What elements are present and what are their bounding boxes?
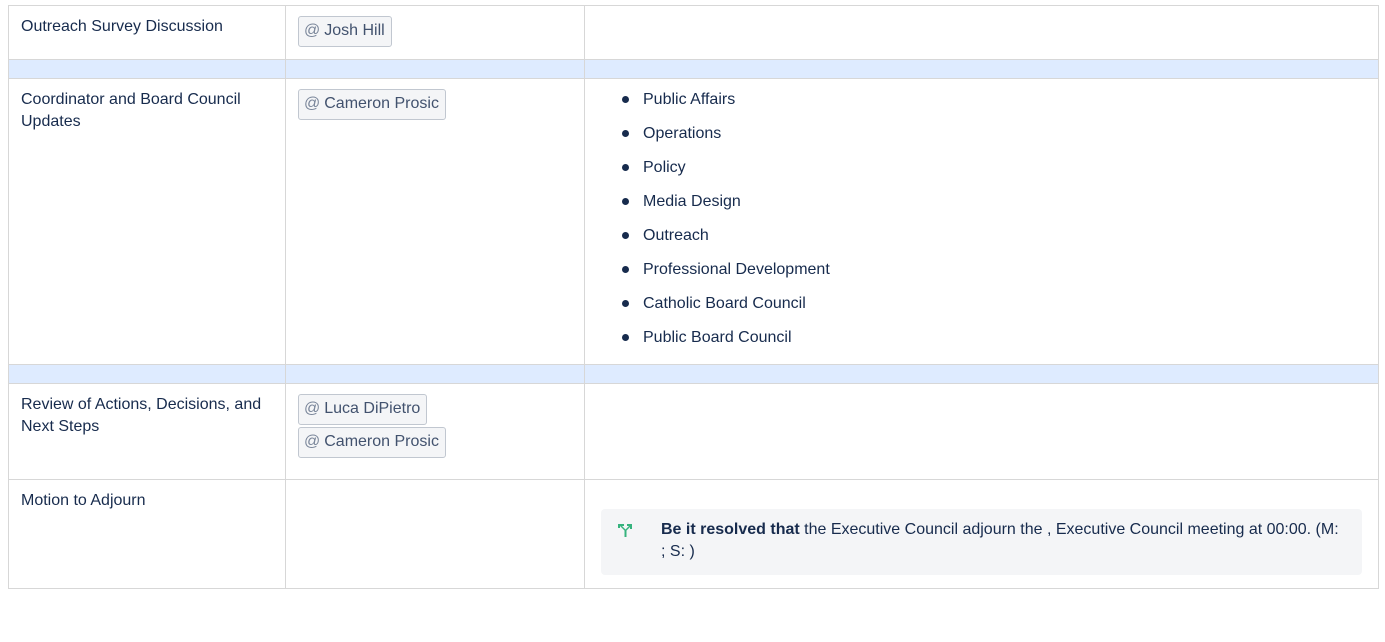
user-mention[interactable]: @ Cameron Prosic xyxy=(298,89,446,120)
table-row: Review of Actions, Decisions, and Next S… xyxy=(8,383,1379,480)
list-item: Media Design xyxy=(622,191,1366,225)
at-icon: @ xyxy=(304,400,321,417)
list-item: Catholic Board Council xyxy=(622,293,1366,327)
table-row: Motion to Adjourn Be it resolved that th… xyxy=(8,479,1379,589)
item-label: Motion to Adjourn xyxy=(21,492,146,509)
item-cell: Coordinator and Board Council Updates xyxy=(8,78,286,365)
at-icon: @ xyxy=(304,95,321,112)
list-item: Outreach xyxy=(622,225,1366,259)
owner-cell: @ Luca DiPietro @ Cameron Prosic xyxy=(285,383,585,480)
notes-cell xyxy=(584,5,1379,60)
agenda-table: Outreach Survey Discussion @ Josh Hill Co… xyxy=(8,5,1379,589)
list-item: Public Affairs xyxy=(622,89,1366,123)
list-item: Professional Development xyxy=(622,259,1366,293)
list-item: Operations xyxy=(622,123,1366,157)
owner-cell xyxy=(285,479,585,589)
owner-cell: @ Josh Hill xyxy=(285,5,585,60)
mention-name: Josh Hill xyxy=(324,22,385,39)
decision-bold: Be it resolved that xyxy=(661,521,800,538)
notes-cell: Public Affairs Operations Policy Media D… xyxy=(584,78,1379,365)
user-mention[interactable]: @ Josh Hill xyxy=(298,16,392,47)
item-cell: Outreach Survey Discussion xyxy=(8,5,286,60)
decision-text: Be it resolved that the Executive Counci… xyxy=(661,521,1339,560)
list-item: Public Board Council xyxy=(622,327,1366,349)
table-row xyxy=(8,59,1379,79)
item-label: Outreach Survey Discussion xyxy=(21,18,223,35)
mention-name: Cameron Prosic xyxy=(324,433,439,450)
table-row: Coordinator and Board Council Updates @ C… xyxy=(8,78,1379,365)
topic-list: Public Affairs Operations Policy Media D… xyxy=(597,89,1366,349)
user-mention[interactable]: @ Cameron Prosic xyxy=(298,427,446,458)
at-icon: @ xyxy=(304,433,321,450)
decision-icon xyxy=(618,524,632,537)
notes-cell: Be it resolved that the Executive Counci… xyxy=(584,479,1379,589)
decision-panel: Be it resolved that the Executive Counci… xyxy=(601,509,1362,575)
owner-cell: @ Cameron Prosic xyxy=(285,78,585,365)
item-cell: Motion to Adjourn xyxy=(8,479,286,589)
at-icon: @ xyxy=(304,22,321,39)
table-row: Outreach Survey Discussion @ Josh Hill xyxy=(8,5,1379,60)
notes-cell xyxy=(584,383,1379,480)
item-label: Review of Actions, Decisions, and Next S… xyxy=(21,396,262,435)
list-item: Policy xyxy=(622,157,1366,191)
table-row xyxy=(8,364,1379,384)
mention-name: Cameron Prosic xyxy=(324,95,439,112)
mention-name: Luca DiPietro xyxy=(324,400,421,417)
item-cell: Review of Actions, Decisions, and Next S… xyxy=(8,383,286,480)
user-mention[interactable]: @ Luca DiPietro xyxy=(298,394,428,425)
item-label: Coordinator and Board Council Updates xyxy=(21,91,241,130)
